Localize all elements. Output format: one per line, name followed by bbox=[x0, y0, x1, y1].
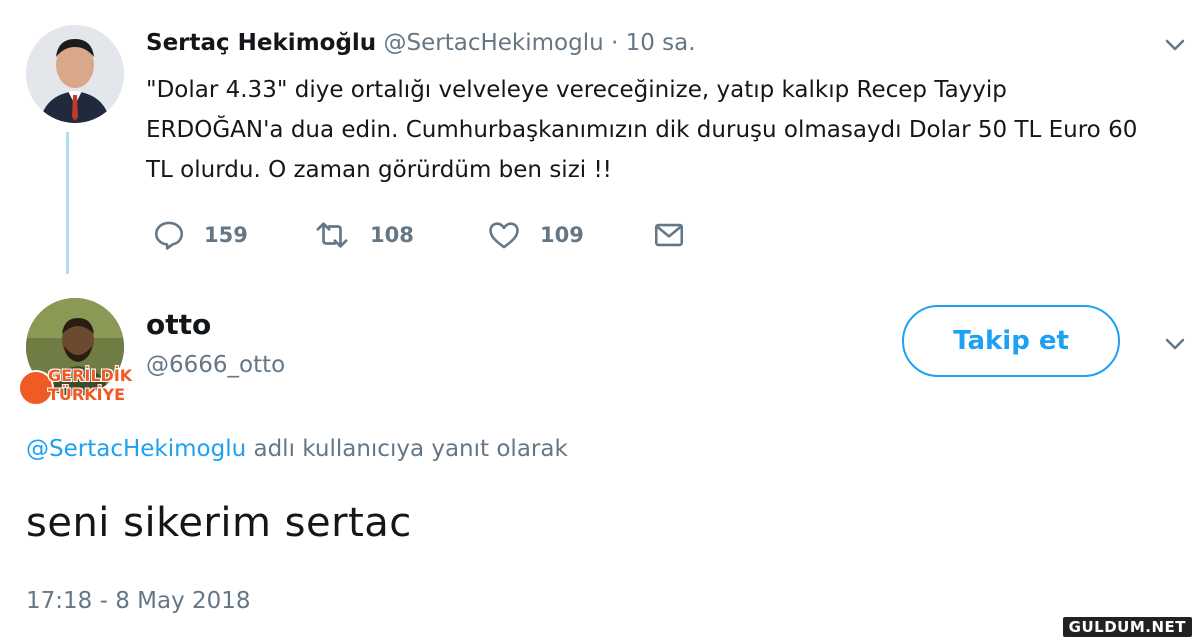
thread-line bbox=[66, 132, 69, 274]
tweet-header: Sertaç Hekimoğlu @SertacHekimoglu · 10 s… bbox=[146, 30, 696, 56]
tweet-text: "Dolar 4.33" diye ortalığı velveleye ver… bbox=[146, 77, 1138, 183]
chevron-down-icon[interactable] bbox=[1163, 33, 1187, 57]
reply-author-handle[interactable]: @6666_otto bbox=[146, 352, 285, 378]
heart-icon bbox=[489, 222, 519, 249]
direct-message-button[interactable] bbox=[652, 218, 704, 252]
header-separator: · bbox=[610, 30, 619, 56]
like-button[interactable]: 109 bbox=[486, 218, 584, 252]
logo-text: GERİLDİK TÜRKİYE bbox=[48, 366, 132, 404]
gerildik-turkiye-logo: GERİLDİK TÜRKİYE bbox=[18, 366, 136, 410]
replying-to-suffix: adlı kullanıcıya yanıt olarak bbox=[253, 436, 568, 462]
like-count: 109 bbox=[540, 223, 584, 247]
avatar-sertac[interactable] bbox=[26, 25, 124, 123]
site-watermark: GULDUM.NET bbox=[1062, 617, 1192, 637]
logo-line-1: GERİLDİK bbox=[48, 366, 133, 385]
logo-line-2: TÜRKİYE bbox=[48, 385, 126, 404]
author-name[interactable]: Sertaç Hekimoğlu bbox=[146, 30, 376, 56]
retweet-icon bbox=[316, 222, 348, 248]
reply-author-name[interactable]: otto bbox=[146, 308, 211, 341]
tweet-time-ago[interactable]: 10 sa. bbox=[626, 30, 696, 56]
replying-to-link[interactable]: @SertacHekimoglu bbox=[26, 436, 246, 462]
reply-text: seni sikerim sertac bbox=[26, 500, 412, 546]
reply-count: 159 bbox=[204, 223, 248, 247]
reply-icon bbox=[154, 221, 184, 250]
author-handle[interactable]: @SertacHekimoglu bbox=[384, 30, 604, 56]
retweet-count: 108 bbox=[370, 223, 414, 247]
replying-to: @SertacHekimoglu adlı kullanıcıya yanıt … bbox=[26, 436, 568, 462]
envelope-icon bbox=[654, 223, 684, 247]
retweet-button[interactable]: 108 bbox=[312, 218, 414, 252]
chevron-down-icon[interactable] bbox=[1163, 332, 1187, 356]
avatar-image bbox=[26, 25, 124, 123]
follow-button[interactable]: Takip et bbox=[902, 305, 1120, 377]
reply-timestamp[interactable]: 17:18 - 8 May 2018 bbox=[26, 588, 251, 614]
reply-button[interactable]: 159 bbox=[152, 218, 248, 252]
